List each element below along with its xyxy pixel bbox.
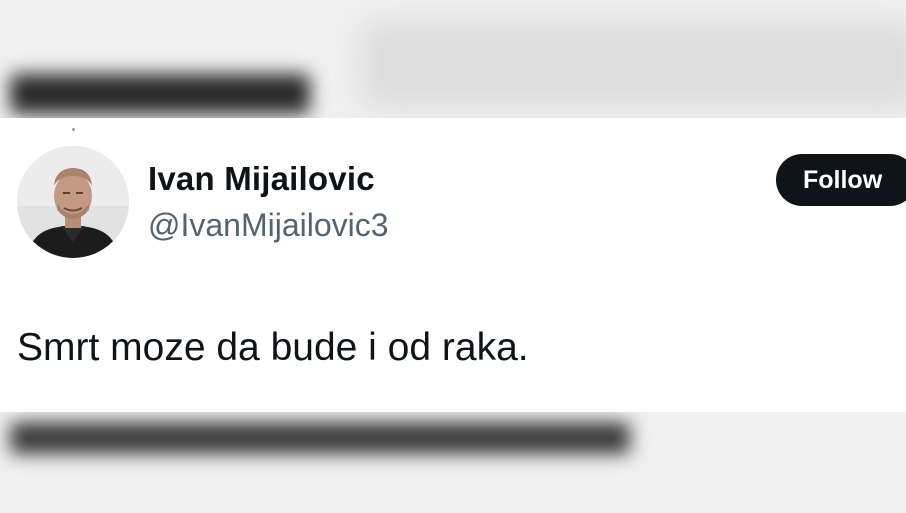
blurred-background-region xyxy=(360,20,906,110)
avatar[interactable] xyxy=(17,146,129,258)
author-name[interactable]: Ivan Mijailovic xyxy=(148,160,375,198)
follow-button[interactable]: Follow xyxy=(776,154,906,206)
tweet-text: Smrt moze da bude i od raka. xyxy=(17,326,529,369)
follow-button-label: Follow xyxy=(803,165,883,194)
profile-photo-icon xyxy=(17,146,129,258)
decorative-dot xyxy=(72,128,75,131)
author-handle[interactable]: @IvanMijailovic3 xyxy=(148,207,389,244)
